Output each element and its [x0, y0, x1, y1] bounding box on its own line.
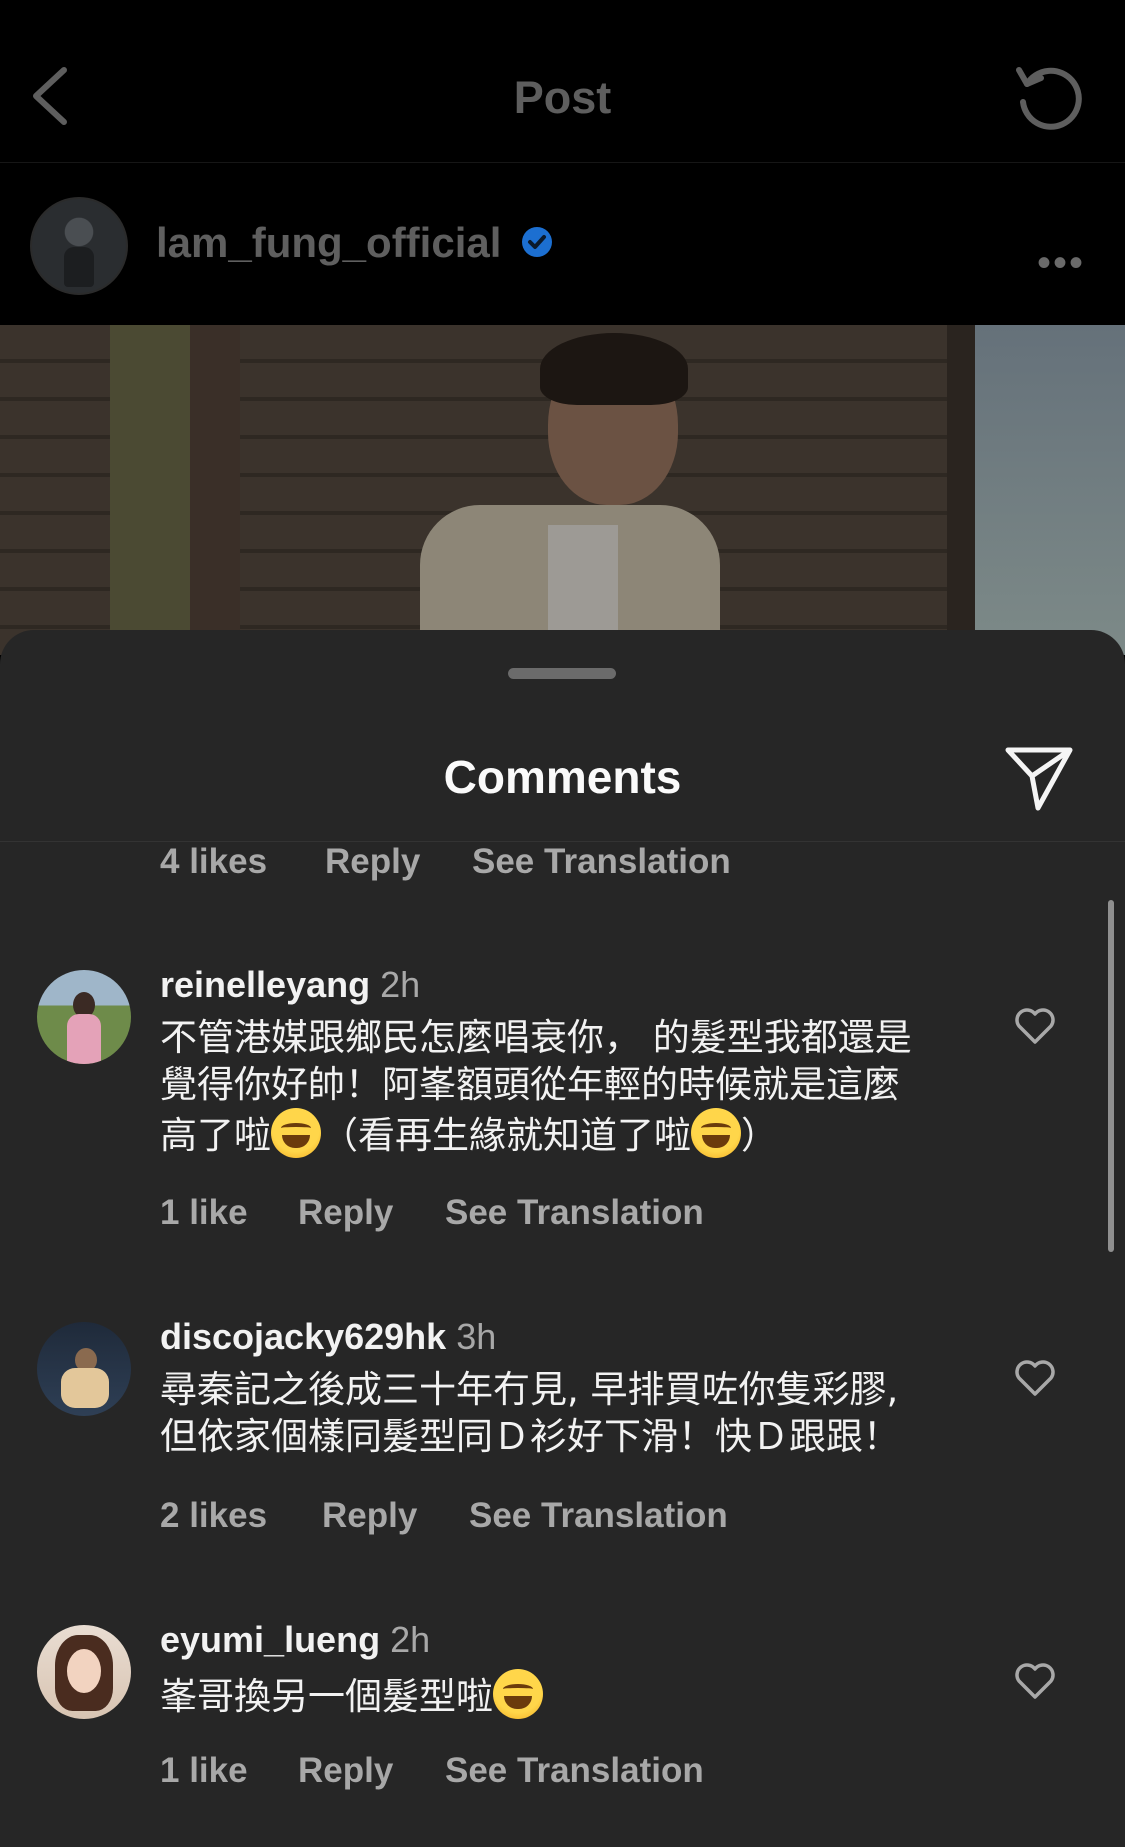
heart-icon[interactable] [1014, 1006, 1056, 1046]
comment-time: 3h [456, 1316, 497, 1357]
comment-time: 2h [390, 1619, 431, 1660]
comment-line: 覺得你好帥！阿峯額頭從年輕的時候就是這麼 [160, 1063, 900, 1106]
commenter-avatar[interactable] [37, 1322, 131, 1416]
comment-line: 高了啦 （看再生緣就知道了啦 ） [160, 1108, 960, 1159]
comment-line: 但依家個樣同髮型同Ｄ衫好下滑！快Ｄ跟跟！ [160, 1415, 900, 1458]
comment-fragment: 峯哥換另一個髮型啦 [160, 1675, 493, 1718]
comment-line: 不管港媒跟鄉民怎麼唱衰你， 的髮型我都還是 [160, 1016, 912, 1059]
author-avatar[interactable] [30, 197, 128, 295]
comment-time: 2h [380, 964, 421, 1005]
comment-text: 不管港媒跟鄉民怎麼唱衰你， 的髮型我都還是 覺得你好帥！阿峯額頭從年輕的時候就是… [160, 1014, 960, 1159]
like-count[interactable]: 1 like [160, 1751, 248, 1791]
comment-line: 尋秦記之後成三十年冇見, 早排買咗你隻彩膠, [160, 1368, 899, 1411]
image-post [947, 325, 975, 655]
comment-username[interactable]: reinelleyang 2h [160, 964, 420, 1006]
reply-button[interactable]: Reply [298, 1751, 393, 1791]
top-bar: Post [0, 0, 1125, 163]
verified-badge-icon [522, 227, 552, 257]
post-author-row: lam_fung_official ••• [0, 163, 1125, 325]
more-options-icon[interactable]: ••• [1037, 241, 1085, 286]
refresh-icon[interactable] [1013, 62, 1083, 132]
avatar-figure-body [61, 1368, 109, 1408]
comment-username[interactable]: discojacky629hk 3h [160, 1316, 496, 1358]
heart-icon[interactable] [1014, 1661, 1056, 1701]
sheet-grabber[interactable] [508, 668, 616, 679]
comment-username[interactable]: eyumi_lueng 2h [160, 1619, 430, 1661]
comment-line: 峯哥換另一個髮型啦 [160, 1669, 960, 1720]
like-count[interactable]: 2 likes [160, 1496, 267, 1536]
reply-button[interactable]: Reply [325, 842, 420, 882]
commenter-avatar[interactable] [37, 970, 131, 1064]
comment-username-text[interactable]: reinelleyang [160, 964, 370, 1005]
emoji-laughing-icon [271, 1108, 321, 1158]
like-count[interactable]: 1 like [160, 1193, 248, 1233]
heart-icon[interactable] [1014, 1358, 1056, 1398]
see-translation-button[interactable]: See Translation [445, 1193, 704, 1233]
comment-username-text[interactable]: discojacky629hk [160, 1316, 446, 1357]
comment-text: 尋秦記之後成三十年冇見, 早排買咗你隻彩膠, 但依家個樣同髮型同Ｄ衫好下滑！快Ｄ… [160, 1366, 960, 1460]
emoji-laughing-icon [493, 1669, 543, 1719]
image-pillar-shadow [190, 325, 240, 655]
author-username[interactable]: lam_fung_official [156, 219, 501, 267]
image-sky [975, 325, 1125, 655]
sheet-title: Comments [443, 751, 682, 803]
avatar-figure-body [67, 1014, 101, 1064]
page-title: Post [513, 72, 612, 123]
post-image[interactable] [0, 325, 1125, 655]
comment-fragment: （看再生緣就知道了啦 [321, 1114, 691, 1157]
emoji-grinning-icon [691, 1108, 741, 1158]
comment-username-text[interactable]: eyumi_lueng [160, 1619, 380, 1660]
see-translation-button[interactable]: See Translation [472, 842, 731, 882]
reply-button[interactable]: Reply [322, 1496, 417, 1536]
share-send-icon[interactable] [1004, 742, 1074, 812]
comments-sheet: Comments 4 likes Reply See Translation r… [0, 630, 1125, 1847]
comment-fragment: ） [741, 1114, 778, 1157]
scrollbar[interactable] [1108, 900, 1114, 1252]
see-translation-button[interactable]: See Translation [469, 1496, 728, 1536]
commenter-avatar[interactable] [37, 1625, 131, 1719]
reply-button[interactable]: Reply [298, 1193, 393, 1233]
image-pillar [110, 325, 190, 655]
like-count[interactable]: 4 likes [160, 842, 267, 882]
see-translation-button[interactable]: See Translation [445, 1751, 704, 1791]
image-person-hair [540, 333, 688, 405]
comment-fragment: 高了啦 [160, 1114, 271, 1157]
comment-text: 峯哥換另一個髮型啦 [160, 1669, 960, 1720]
avatar-figure-face [67, 1649, 101, 1693]
